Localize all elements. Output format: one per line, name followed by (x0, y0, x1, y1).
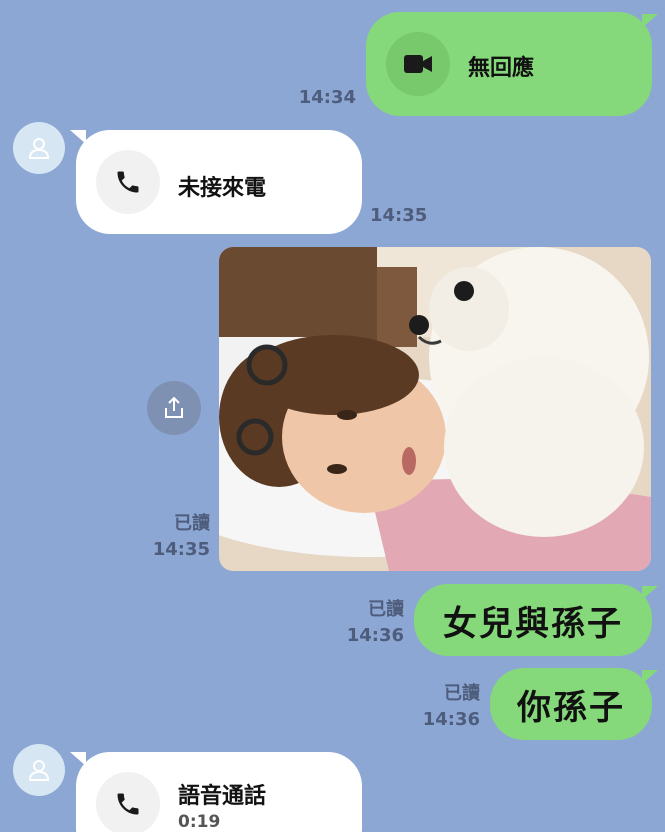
photo-time: 14:35 (152, 539, 210, 560)
user-icon (28, 760, 50, 781)
video-call-label: 無回應 (468, 56, 535, 81)
text-message-1-tail (642, 586, 658, 600)
user-icon (28, 138, 50, 159)
text-message-1-time: 14:36 (346, 625, 404, 646)
text-message-2-tail (642, 670, 658, 684)
voice-call-bubble[interactable]: 語音通話 0:19 (76, 752, 362, 832)
missed-call-bubble[interactable]: 未接來電 (76, 130, 362, 234)
video-call-time: 14:34 (298, 87, 356, 108)
text-message-2[interactable]: 你孫子 (490, 668, 652, 740)
share-icon (165, 396, 183, 418)
video-call-icon-wrap (386, 32, 450, 96)
phone-icon (117, 171, 139, 193)
share-button[interactable] (147, 381, 201, 435)
text-message-1[interactable]: 女兒與孫子 (414, 584, 652, 656)
photo-message[interactable] (219, 247, 651, 571)
voice-call-icon-wrap (96, 772, 160, 832)
voice-call-label: 語音通話 (178, 784, 267, 809)
text-message-2-time: 14:36 (422, 709, 480, 730)
text-message-1-read-status: 已讀 (368, 599, 404, 620)
video-camera-icon (404, 55, 432, 73)
missed-call-time: 14:35 (370, 205, 428, 226)
chat-area[interactable]: 無回應 14:34 未接來電 14:35 已讀 14:35 女兒與孫子 已讀 1… (0, 0, 665, 832)
missed-call-icon-wrap (96, 150, 160, 214)
phone-icon (117, 793, 139, 815)
photo-image (219, 247, 651, 571)
contact-avatar[interactable] (13, 122, 65, 174)
video-call-bubble-tail (642, 14, 658, 28)
photo-read-status: 已讀 (174, 513, 210, 534)
voice-call-duration: 0:19 (178, 812, 221, 832)
video-call-bubble[interactable]: 無回應 (366, 12, 652, 116)
text-message-2-read-status: 已讀 (444, 683, 480, 704)
contact-avatar-2[interactable] (13, 744, 65, 796)
missed-call-label: 未接來電 (178, 176, 267, 201)
